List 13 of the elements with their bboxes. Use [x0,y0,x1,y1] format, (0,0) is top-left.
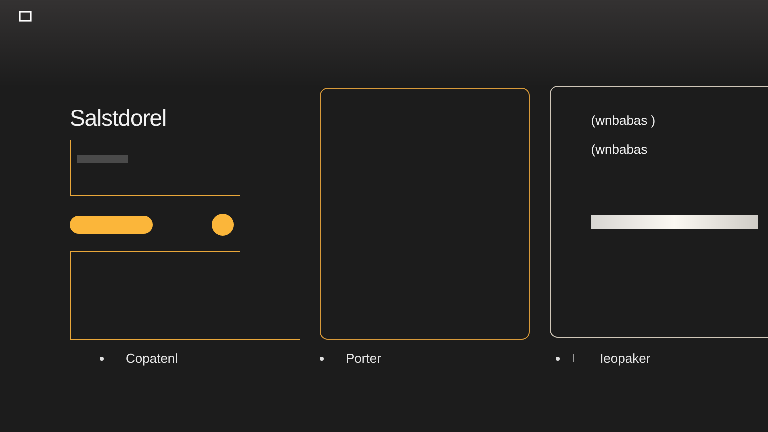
legend-tag: I [572,352,576,366]
bullet-icon [556,357,560,361]
placeholder-bar [77,155,128,163]
info-text: (wnbabas [591,142,648,158]
legend-label: Porter [346,351,382,367]
legend-label: Ieopaker [600,351,651,367]
window-icon[interactable] [19,11,32,22]
info-text: (wnbabas ) [591,113,656,129]
legend-label: Copatenl [126,351,178,367]
bullet-icon [320,357,324,361]
input-field[interactable] [591,215,758,229]
panel-title: Salstdorel [70,104,168,132]
bullet-icon [100,357,104,361]
